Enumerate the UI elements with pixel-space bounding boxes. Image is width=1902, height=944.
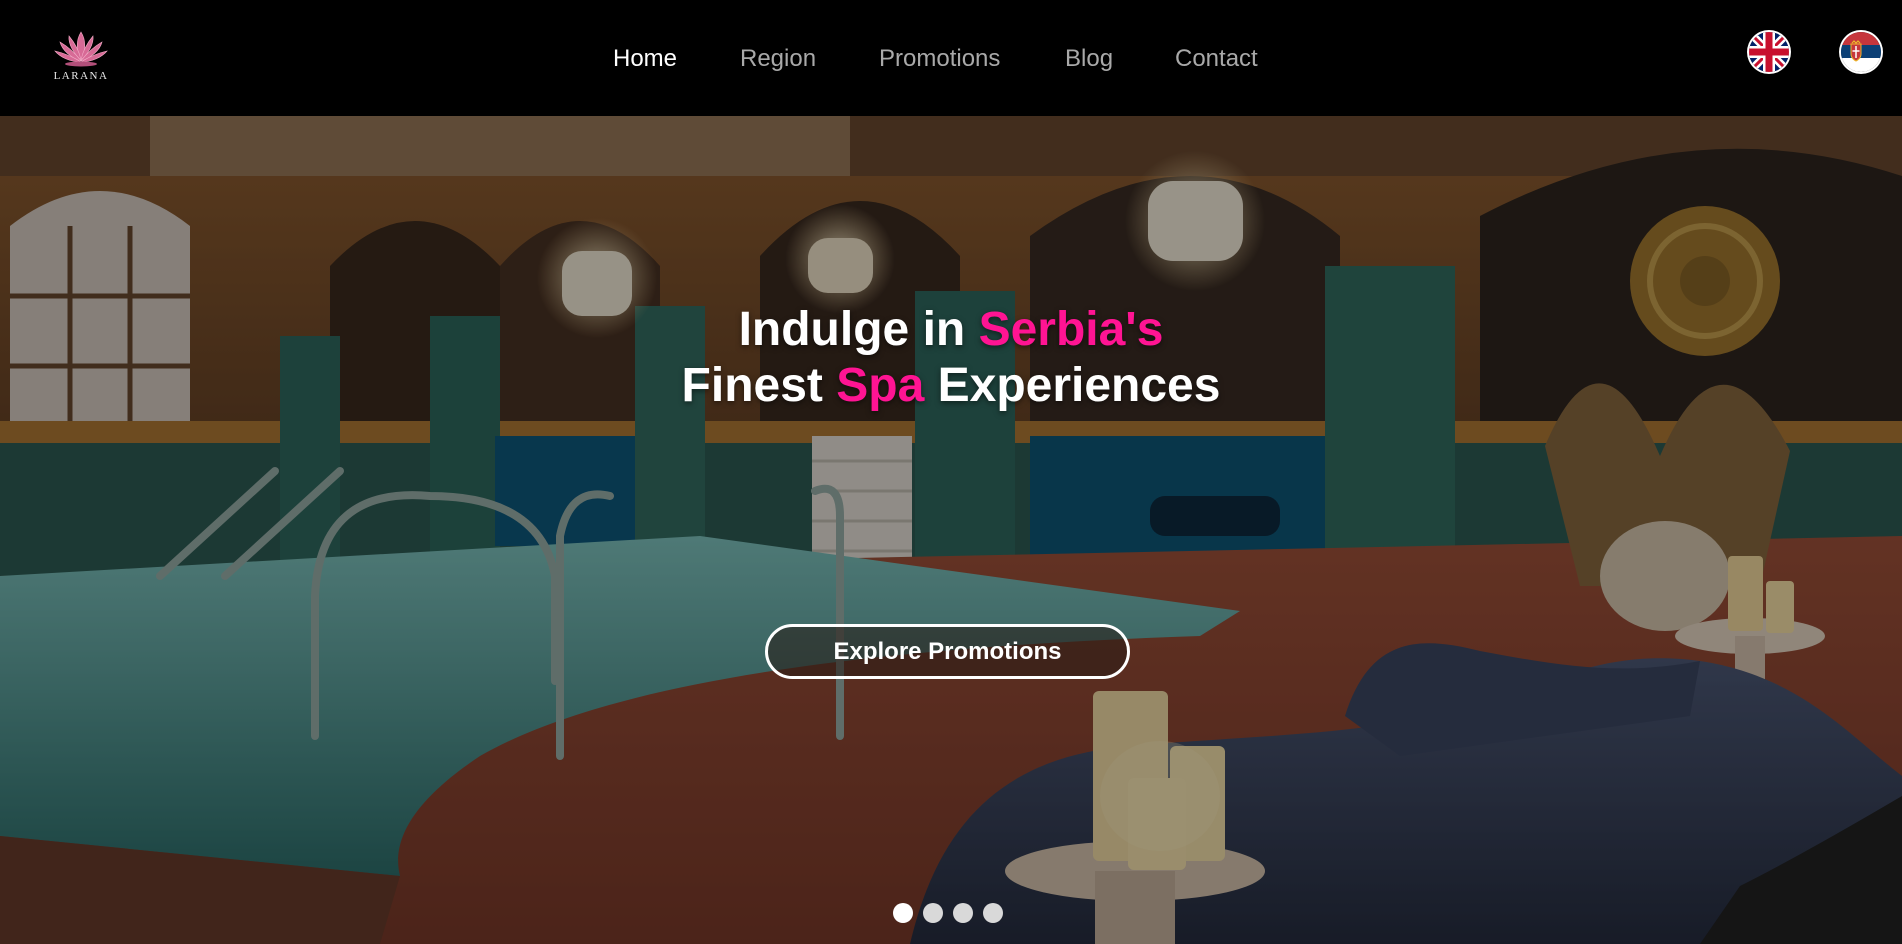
carousel-pagination: [893, 903, 1003, 923]
hero-carousel: Indulge in Serbia's Finest Spa Experienc…: [0, 116, 1902, 944]
serbia-flag-icon: [1841, 32, 1881, 72]
carousel-dot-2[interactable]: [923, 903, 943, 923]
main-nav: Home Region Promotions Blog Contact: [0, 0, 1902, 116]
headline-accent-serbia: Serbia's: [978, 303, 1164, 356]
explore-promotions-button[interactable]: Explore Promotions: [765, 624, 1130, 679]
hero-dark-overlay: [0, 116, 1902, 944]
hero-headline: Indulge in Serbia's Finest Spa Experienc…: [0, 302, 1902, 414]
site-header: LARANA Home Region Promotions Blog Conta…: [0, 0, 1902, 116]
nav-blog[interactable]: Blog: [1065, 45, 1113, 73]
carousel-dot-3[interactable]: [953, 903, 973, 923]
nav-home[interactable]: Home: [613, 45, 677, 73]
nav-region[interactable]: Region: [740, 45, 816, 73]
headline-accent-spa: Spa: [836, 359, 925, 412]
uk-flag-icon: [1749, 32, 1789, 72]
headline-text-finest: Finest: [681, 359, 837, 412]
language-serbian-button[interactable]: [1841, 32, 1881, 72]
language-english-button[interactable]: [1749, 32, 1789, 72]
nav-contact[interactable]: Contact: [1175, 45, 1258, 73]
carousel-dot-4[interactable]: [983, 903, 1003, 923]
carousel-dot-1[interactable]: [893, 903, 913, 923]
headline-text-indulge: Indulge in: [738, 303, 979, 356]
nav-promotions[interactable]: Promotions: [879, 45, 1000, 73]
headline-text-experiences: Experiences: [924, 359, 1221, 412]
